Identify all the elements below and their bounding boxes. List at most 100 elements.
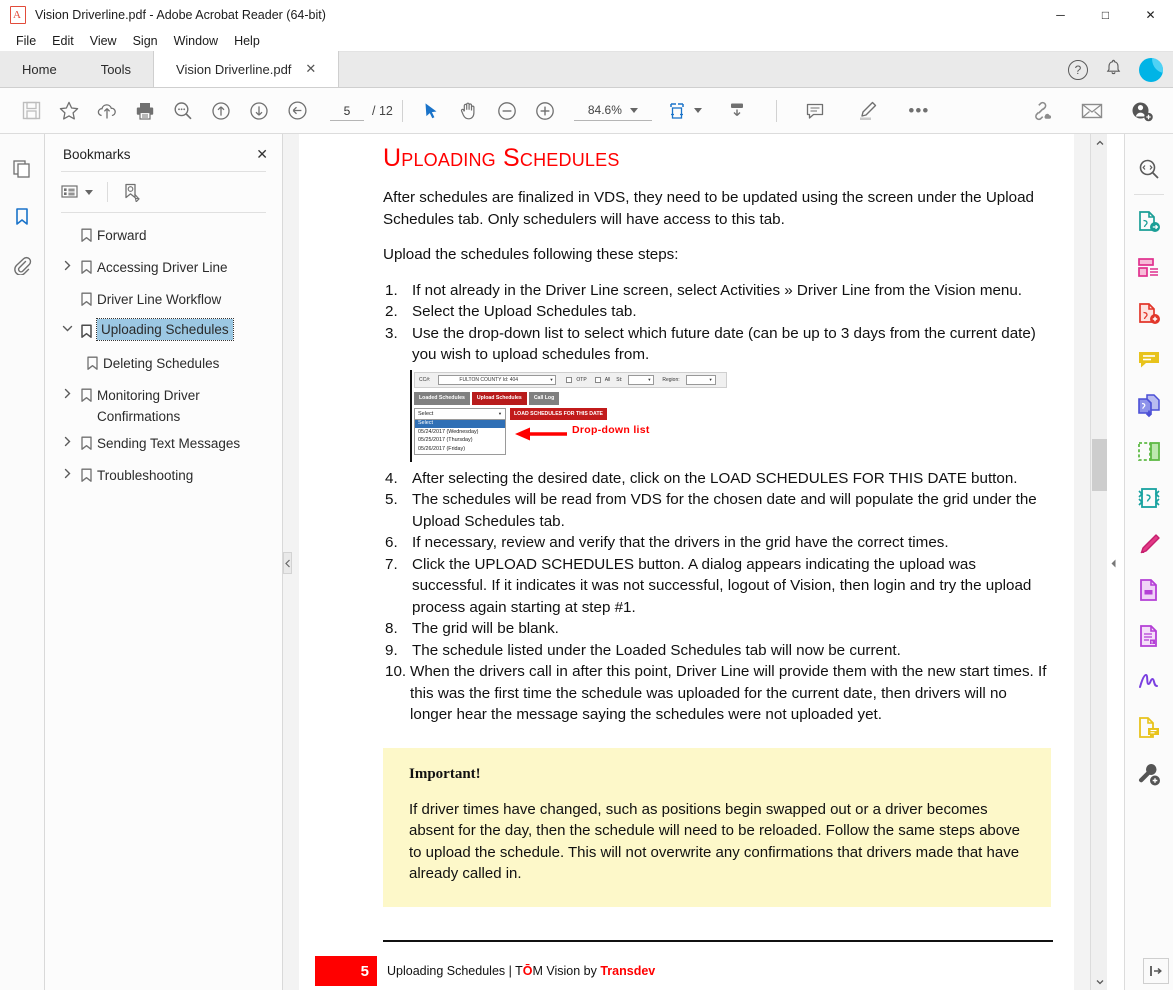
step-number: 2. [385,303,398,320]
chevron-down-icon[interactable] [694,108,703,113]
scroll-up-button[interactable] [1091,134,1108,151]
chevron-right-icon[interactable] [59,429,75,447]
zoom-level-value: 84.6% [587,103,622,117]
chevron-down-icon[interactable] [629,107,638,113]
bookmarks-toolbar [45,172,282,212]
fill-and-sign-icon[interactable] [1129,659,1169,705]
bell-icon[interactable] [1106,59,1121,81]
chevron-right-icon[interactable] [59,381,75,399]
bookmark-item-troubleshooting[interactable]: Troubleshooting [45,461,282,493]
edit-pdf-icon[interactable] [1129,291,1169,337]
window-controls: ─ □ ✕ [1038,0,1173,30]
tab-home[interactable]: Home [0,51,79,87]
help-icon[interactable]: ? [1068,60,1088,80]
bookmark-item-deleting-schedules[interactable]: Deleting Schedules [45,349,282,381]
bookmark-list: Forward Accessing Driver Line Driver Lin… [45,213,282,493]
minimize-button[interactable]: ─ [1038,0,1083,30]
tab-tools-label: Tools [100,61,132,77]
bookmark-label: Troubleshooting [97,468,194,483]
page-thumbnails-icon[interactable] [7,154,37,184]
redact-icon[interactable] [1129,521,1169,567]
organize-pages-icon[interactable] [1129,429,1169,475]
menu-sign[interactable]: Sign [125,32,166,50]
menu-help[interactable]: Help [226,32,268,50]
hand-tool-icon[interactable] [450,94,488,128]
menu-window[interactable]: Window [166,32,226,50]
menu-edit[interactable]: Edit [44,32,82,50]
step-1: 1. If not already in the Driver Line scr… [385,280,1053,302]
step-text: When the drivers call in after this poin… [410,663,1047,723]
chevron-right-icon[interactable] [59,253,75,271]
collapse-bookmarks-handle[interactable] [283,552,292,574]
more-tools-icon[interactable]: ••• [900,94,938,128]
menu-view[interactable]: View [82,32,125,50]
step-number: 1. [385,281,398,299]
add-user-icon[interactable] [1123,94,1161,128]
export-pdf-icon[interactable] [1129,199,1169,245]
maximize-button[interactable]: □ [1083,0,1128,30]
steps-list: 1. If not already in the Driver Line scr… [385,280,1053,366]
menu-file[interactable]: File [8,32,44,50]
zoom-out-icon[interactable] [488,94,526,128]
figure-cc-select: FULTON COUNTY Id: 404 ▼ [438,374,557,385]
bookmark-item-uploading-schedules[interactable]: Uploading Schedules [45,317,282,349]
zoom-in-icon[interactable] [526,94,564,128]
protect-icon[interactable] [1129,567,1169,613]
close-icon[interactable]: ✕ [305,61,316,77]
scrollbar-thumb[interactable] [1092,439,1107,491]
stamp-icon[interactable]: x [1129,613,1169,659]
collapse-right-panel-handle[interactable] [1108,552,1118,574]
vertical-scrollbar[interactable] [1090,134,1107,990]
avatar[interactable] [1139,58,1163,82]
bookmark-item-driver-line-workflow[interactable]: Driver Line Workflow [45,285,282,317]
bookmark-item-accessing-driver-line[interactable]: Accessing Driver Line [45,253,282,285]
expand-right-panel-icon[interactable] [1143,958,1169,984]
chevron-right-icon[interactable] [59,461,75,479]
scroll-mode-icon[interactable] [718,94,756,128]
star-icon[interactable] [50,94,88,128]
bookmark-item-forward[interactable]: Forward [45,221,282,253]
bookmark-item-sending-text-messages[interactable]: Sending Text Messages [45,429,282,461]
tab-tools[interactable]: Tools [78,51,154,87]
more-tools-icon[interactable] [1129,751,1169,797]
zoom-level-input[interactable]: 84.6% [573,100,652,121]
bookmark-item-monitoring-driver-confirmations[interactable]: Monitoring Driver Confirmations [45,381,282,429]
new-bookmark-icon[interactable] [122,182,142,202]
chevron-down-icon[interactable] [85,189,93,195]
scroll-down-button[interactable] [1091,973,1108,990]
step-number: 7. [385,555,398,573]
compress-pdf-icon[interactable] [1129,475,1169,521]
acrobat-reader-window: Vision Driverline.pdf - Adobe Acrobat Re… [0,0,1173,990]
page-up-icon[interactable] [202,94,240,128]
step-text: If not already in the Driver Line screen… [412,281,1023,299]
select-tool-icon[interactable] [412,94,450,128]
close-icon[interactable]: ✕ [256,146,268,163]
bookmarks-icon[interactable] [7,202,37,232]
email-icon[interactable] [1073,94,1111,128]
previous-view-icon[interactable] [278,94,316,128]
tab-document[interactable]: Vision Driverline.pdf ✕ [153,51,340,87]
cloud-upload-icon[interactable] [88,94,126,128]
fit-page-icon[interactable] [666,94,704,128]
attachments-icon[interactable] [7,250,37,280]
find-icon[interactable] [164,94,202,128]
page-down-icon[interactable] [240,94,278,128]
bookmark-options-icon[interactable] [61,184,93,200]
search-enhanced-icon[interactable] [1129,146,1169,192]
send-for-comments-icon[interactable] [1129,705,1169,751]
print-icon[interactable] [126,94,164,128]
footer-brand: Transdev [600,964,656,978]
save-icon[interactable] [12,94,50,128]
comment-icon[interactable] [1129,337,1169,383]
document-view[interactable]: Uploading Schedules After schedules are … [283,134,1090,990]
tab-strip: Home Tools Vision Driverline.pdf ✕ ? [0,51,1173,88]
combine-files-icon[interactable] [1129,383,1169,429]
comment-icon[interactable] [796,94,834,128]
page-number-input[interactable]: 5 [330,101,364,121]
share-link-icon[interactable] [1023,94,1061,128]
chevron-down-icon[interactable] [59,317,75,333]
step-4: 4. After selecting the desired date, cli… [385,468,1053,490]
create-pdf-icon[interactable] [1129,245,1169,291]
close-window-button[interactable]: ✕ [1128,0,1173,30]
highlight-icon[interactable] [848,94,886,128]
